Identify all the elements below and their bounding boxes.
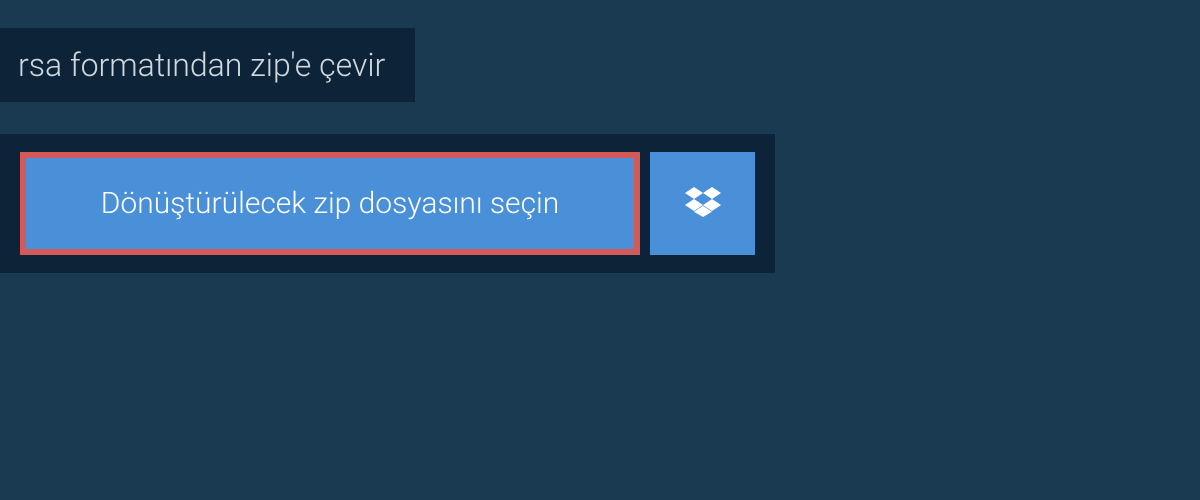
page-title-text: rsa formatından zip'e çevir xyxy=(18,46,385,84)
select-file-label: Dönüştürülecek zip dosyasını seçin xyxy=(101,186,560,221)
page-title: rsa formatından zip'e çevir xyxy=(0,28,415,102)
upload-panel: Dönüştürülecek zip dosyasını seçin xyxy=(0,134,775,273)
dropbox-button[interactable] xyxy=(650,152,755,255)
select-file-button[interactable]: Dönüştürülecek zip dosyasını seçin xyxy=(20,152,640,255)
dropbox-icon xyxy=(685,184,721,224)
